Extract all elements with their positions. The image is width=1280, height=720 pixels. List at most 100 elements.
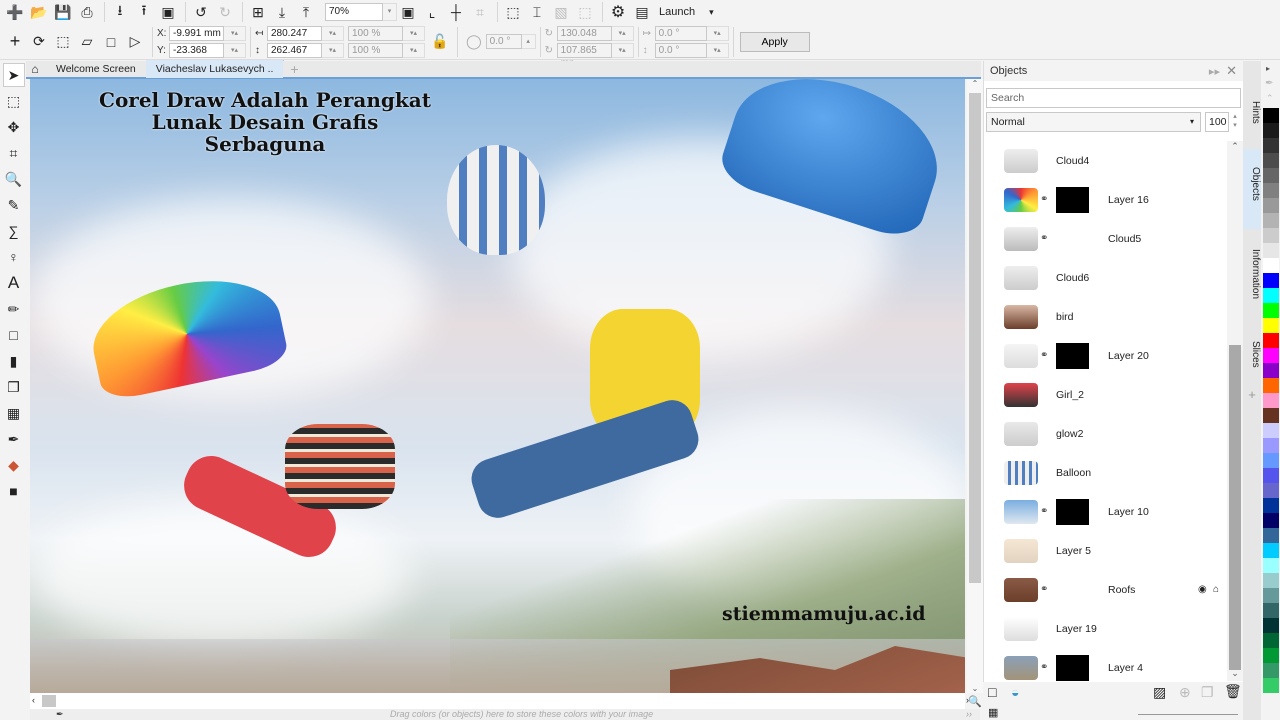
color-swatch[interactable] <box>1263 513 1279 528</box>
page-frame-icon[interactable]: ⌶ <box>526 1 548 23</box>
page-border-icon[interactable]: ⬚ <box>502 1 524 23</box>
color-swatch[interactable] <box>1263 153 1279 168</box>
color-swatch[interactable] <box>1263 348 1279 363</box>
rectangle-tool-icon[interactable]: □ <box>3 323 25 347</box>
color-swatch[interactable] <box>1263 663 1279 678</box>
horizontal-scroll-thumb[interactable] <box>42 695 56 707</box>
fullscreen-icon[interactable]: ▣ <box>397 1 419 23</box>
color-swatch[interactable] <box>1263 273 1279 288</box>
text-tool-icon[interactable]: A <box>3 271 25 295</box>
color-swatch[interactable] <box>1263 228 1279 243</box>
visibility-eye-icon[interactable]: ◉ <box>1198 584 1207 595</box>
color-swatch[interactable] <box>1263 633 1279 648</box>
scale-x-spinner[interactable]: ▾▴ <box>403 25 425 41</box>
color-swatch[interactable] <box>1263 318 1279 333</box>
home-icon[interactable]: ⌂ <box>26 58 44 80</box>
grid-icon[interactable]: ⌗ <box>469 1 491 23</box>
object-list-item[interactable]: ⚭ Layer 4 <box>984 648 1228 681</box>
mask-link-icon[interactable]: ⚭ <box>1040 584 1048 595</box>
docker-tab-slices[interactable]: Slices <box>1243 323 1261 383</box>
color-swatch[interactable] <box>1263 528 1279 543</box>
object-list-item[interactable]: bird <box>984 297 1228 336</box>
new-tab-icon[interactable]: + <box>283 58 305 80</box>
new-master-layer-icon[interactable]: ◒ <box>1011 684 1019 700</box>
color-swatch[interactable] <box>1263 393 1279 408</box>
drop-shadow-icon[interactable]: ❐ <box>3 375 25 399</box>
mask-link-icon[interactable]: ⚭ <box>1040 350 1048 361</box>
object-list-item[interactable]: ⚭ Cloud5 <box>984 219 1228 258</box>
color-swatch[interactable] <box>1263 603 1279 618</box>
launch-label[interactable]: Launch <box>659 6 695 18</box>
color-swatch[interactable] <box>1263 453 1279 468</box>
docker-tab-information[interactable]: Information <box>1243 231 1261 321</box>
object-list-item[interactable]: Balloon <box>984 453 1228 492</box>
objects-scroll-up-icon[interactable]: ⌃ <box>1227 141 1243 152</box>
color-swatch[interactable] <box>1263 543 1279 558</box>
color-swatch[interactable] <box>1263 108 1279 123</box>
palette-scroll-up-icon[interactable]: ⌃ <box>1266 93 1274 104</box>
delete-icon[interactable]: 🗑 <box>1224 683 1242 700</box>
transform-skew-icon[interactable]: ▱ <box>76 31 98 53</box>
color-swatch[interactable] <box>1263 333 1279 348</box>
fill-outline-swatch-icon[interactable]: ■ <box>3 479 25 503</box>
export-icon[interactable]: ⭱ <box>133 1 155 23</box>
undo-icon[interactable]: ↺ <box>190 1 212 23</box>
canvas-vertical-scrollbar[interactable]: ⌃ ⌄ <box>967 79 983 693</box>
center-x-spinner[interactable]: ▾▴ <box>611 25 634 41</box>
freehand-tool-icon[interactable]: ✎ <box>3 193 25 217</box>
freehand-pick-icon[interactable]: ⬚ <box>3 89 25 113</box>
import-arrow-icon[interactable]: ⤓ <box>271 1 293 23</box>
object-list-item[interactable]: glow2 <box>984 414 1228 453</box>
color-swatch[interactable] <box>1263 138 1279 153</box>
objects-search-input[interactable]: Search <box>986 88 1241 108</box>
open-icon[interactable]: 📂 <box>28 1 50 23</box>
object-list-item[interactable]: Cloud4 <box>984 141 1228 180</box>
skew-v-field[interactable]: 0.0 ° <box>654 42 707 58</box>
scroll-left-icon[interactable]: ‹ <box>32 695 35 705</box>
color-swatch[interactable] <box>1263 213 1279 228</box>
transform-perspective-icon[interactable]: ▷ <box>124 31 146 53</box>
rotation-field[interactable]: 0.0 ° <box>485 34 522 49</box>
scroll-up-icon[interactable]: ⌃ <box>967 79 983 93</box>
width-field[interactable]: 280.247 mn <box>267 25 322 52</box>
launch-dropdown-icon[interactable]: ▾ <box>709 7 714 18</box>
color-swatch[interactable] <box>1263 378 1279 393</box>
add-docker-icon[interactable]: + <box>1243 387 1261 402</box>
rulers-icon[interactable]: ⌞ <box>421 1 443 23</box>
lock-ratio-icon[interactable]: 🔓 <box>429 31 451 53</box>
tab-document[interactable]: Viacheslav Lukasevych .. <box>145 60 284 78</box>
zoom-level-field[interactable]: 70% <box>325 3 383 21</box>
panel-collapse-icon[interactable]: ▸▸ <box>1209 66 1220 78</box>
docker-tab-hints[interactable]: Hints <box>1243 83 1261 153</box>
opacity-spinner[interactable]: ▴ ▾ <box>1229 112 1241 132</box>
mask-link-icon[interactable]: ⚭ <box>1040 506 1048 517</box>
rotation-spinner[interactable]: ▴ <box>521 34 536 49</box>
object-list-item[interactable]: ⚭ Roofs ◉ ⌂ <box>984 570 1228 609</box>
thumbnail-size-slider[interactable] <box>1138 714 1238 715</box>
height-field[interactable]: 262.467 mn <box>267 42 322 69</box>
export-arrow-icon[interactable]: ⤒ <box>295 1 317 23</box>
color-swatch[interactable] <box>1263 423 1279 438</box>
color-swatch[interactable] <box>1263 648 1279 663</box>
fill-tool-icon[interactable]: ◆ <box>3 453 25 477</box>
shape-tool-icon[interactable]: ✥ <box>3 115 25 139</box>
panel-close-icon[interactable]: ✕ <box>1226 63 1237 78</box>
color-swatch[interactable] <box>1263 198 1279 213</box>
scroll-down-icon[interactable]: ⌄ <box>967 684 983 693</box>
parallel-dimension-icon[interactable]: ✏ <box>3 297 25 321</box>
y-spinner[interactable]: ▾▴ <box>224 42 246 58</box>
palette-scroll-right-icon[interactable]: ›› <box>966 709 972 719</box>
palette-eyedropper-right-icon[interactable]: ✒ <box>1265 78 1273 89</box>
color-swatch[interactable] <box>1263 183 1279 198</box>
new-document-icon[interactable]: ➕ <box>4 1 26 23</box>
object-list-item[interactable]: Cloud6 <box>984 258 1228 297</box>
mask-link-icon[interactable]: ⚭ <box>1040 662 1048 673</box>
save-icon[interactable]: 💾 <box>52 1 74 23</box>
color-swatch[interactable] <box>1263 408 1279 423</box>
color-swatch[interactable] <box>1263 618 1279 633</box>
print-icon[interactable]: ⎙ <box>76 1 98 23</box>
redo-icon[interactable]: ↻ <box>214 1 236 23</box>
object-list-item[interactable]: ⚭ Layer 10 <box>984 492 1228 531</box>
snap-icon[interactable]: ⊞ <box>247 1 269 23</box>
publish-pdf-icon[interactable]: ▣ <box>157 1 179 23</box>
